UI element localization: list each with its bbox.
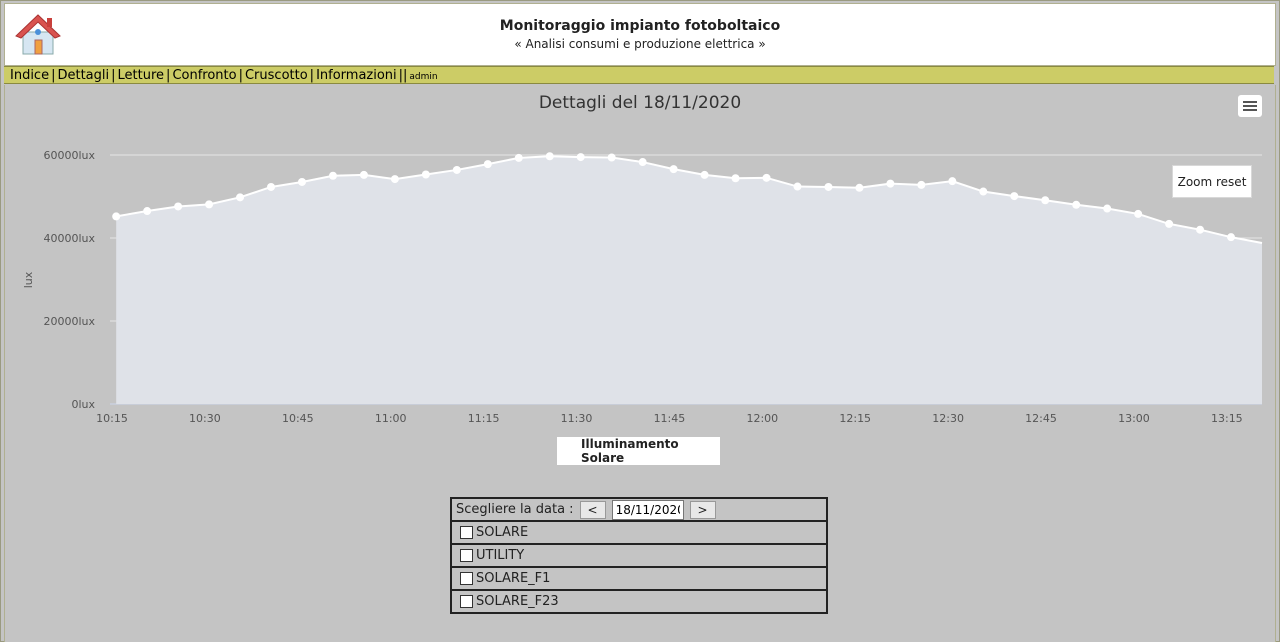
data-point[interactable] bbox=[979, 187, 988, 196]
data-point[interactable] bbox=[669, 165, 678, 174]
data-point[interactable] bbox=[576, 153, 585, 162]
x-tick-label: 13:00 bbox=[1118, 412, 1150, 425]
option-row: SOLARE_F1 bbox=[450, 566, 828, 591]
date-row: Scegliere la data : < > bbox=[450, 497, 828, 522]
option-row: SOLARE_F23 bbox=[450, 589, 828, 614]
x-tick-label: 12:45 bbox=[1025, 412, 1057, 425]
data-point[interactable] bbox=[855, 183, 864, 192]
date-input[interactable] bbox=[611, 499, 684, 520]
series-area bbox=[116, 156, 1262, 404]
data-point[interactable] bbox=[328, 171, 337, 180]
data-point[interactable] bbox=[793, 182, 802, 191]
y-tick-label: 0lux bbox=[71, 398, 95, 411]
checkbox[interactable] bbox=[460, 526, 473, 539]
data-point[interactable] bbox=[731, 174, 740, 183]
next-date-button[interactable]: > bbox=[689, 500, 716, 519]
checkbox[interactable] bbox=[460, 549, 473, 562]
checkbox[interactable] bbox=[460, 595, 473, 608]
option-row: SOLARE bbox=[450, 520, 828, 545]
data-point[interactable] bbox=[1227, 233, 1236, 242]
x-tick-label: 10:45 bbox=[282, 412, 314, 425]
data-point[interactable] bbox=[514, 153, 523, 162]
chart-title: Dettagli del 18/11/2020 bbox=[539, 93, 741, 113]
x-tick-label: 11:00 bbox=[375, 412, 407, 425]
data-point[interactable] bbox=[143, 207, 152, 216]
x-tick-label: 11:15 bbox=[468, 412, 500, 425]
data-point[interactable] bbox=[236, 193, 245, 202]
x-tick-label: 10:15 bbox=[96, 412, 128, 425]
checkbox[interactable] bbox=[460, 572, 473, 585]
y-tick-label: 60000lux bbox=[43, 149, 95, 162]
y-tick-label: 40000lux bbox=[43, 232, 95, 245]
data-point[interactable] bbox=[638, 158, 647, 167]
data-point[interactable] bbox=[917, 180, 926, 189]
data-point[interactable] bbox=[700, 170, 709, 179]
data-point[interactable] bbox=[1072, 200, 1081, 209]
x-tick-label: 11:45 bbox=[654, 412, 686, 425]
data-point[interactable] bbox=[1010, 192, 1019, 201]
data-point[interactable] bbox=[762, 173, 771, 182]
data-point[interactable] bbox=[452, 165, 461, 174]
data-point[interactable] bbox=[607, 153, 616, 162]
hamburger-menu-icon[interactable] bbox=[1238, 95, 1262, 117]
option-label: UTILITY bbox=[476, 548, 525, 563]
y-axis-label: lux bbox=[22, 271, 35, 288]
legend-item[interactable]: Illuminamento Solare bbox=[557, 437, 720, 465]
data-point[interactable] bbox=[1134, 209, 1143, 218]
data-point[interactable] bbox=[359, 170, 368, 179]
option-label: SOLARE bbox=[476, 525, 529, 540]
data-point[interactable] bbox=[886, 179, 895, 188]
data-point[interactable] bbox=[298, 177, 306, 186]
legend-label: Illuminamento Solare bbox=[581, 437, 679, 465]
data-point[interactable] bbox=[824, 182, 833, 191]
data-point[interactable] bbox=[1041, 196, 1050, 205]
data-point[interactable] bbox=[390, 175, 399, 184]
data-point[interactable] bbox=[545, 152, 554, 161]
y-tick-label: 20000lux bbox=[43, 315, 95, 328]
data-point[interactable] bbox=[112, 212, 121, 221]
option-row: UTILITY bbox=[450, 543, 828, 568]
x-tick-label: 10:30 bbox=[189, 412, 221, 425]
x-tick-label: 12:30 bbox=[932, 412, 964, 425]
data-point[interactable] bbox=[421, 170, 430, 179]
x-tick-label: 11:30 bbox=[561, 412, 593, 425]
data-point[interactable] bbox=[483, 160, 492, 169]
option-label: SOLARE_F23 bbox=[476, 594, 559, 609]
plot-area bbox=[116, 155, 1263, 404]
x-tick-label: 12:00 bbox=[746, 412, 778, 425]
data-point[interactable] bbox=[205, 200, 214, 209]
date-selection-table: Scegliere la data : < > SOLARE UTILITY S… bbox=[450, 497, 828, 614]
zoom-reset-button[interactable]: Zoom reset bbox=[1172, 165, 1252, 198]
x-tick-label: 13:15 bbox=[1211, 412, 1243, 425]
prev-date-button[interactable]: < bbox=[579, 500, 606, 519]
data-point[interactable] bbox=[1165, 219, 1174, 228]
data-point[interactable] bbox=[1196, 225, 1205, 234]
option-label: SOLARE_F1 bbox=[476, 571, 551, 586]
x-tick-label: 12:15 bbox=[839, 412, 871, 425]
y-axis-ticks: 0lux 20000lux 40000lux 60000lux bbox=[43, 149, 95, 411]
data-point[interactable] bbox=[267, 182, 276, 191]
data-point[interactable] bbox=[174, 202, 183, 211]
data-point[interactable] bbox=[948, 177, 957, 186]
date-label: Scegliere la data : bbox=[456, 502, 574, 517]
x-axis-ticks: 10:15 10:30 10:45 11:00 11:15 11:30 11:45 12:00… bbox=[96, 412, 1243, 425]
data-point[interactable] bbox=[1103, 204, 1112, 213]
